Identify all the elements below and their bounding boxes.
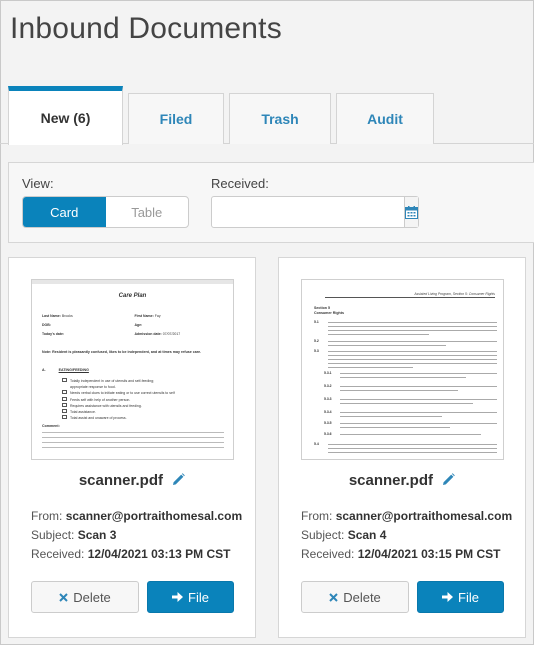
tab-trash[interactable]: Trash <box>229 93 331 144</box>
document-card: Care Plan Last Name: Brooks First Name: F… <box>8 257 256 638</box>
subject-label: Subject: <box>31 528 75 542</box>
filter-panel: View: Card Table Received: <box>8 162 534 243</box>
thumb-para-number: 5.3.2 <box>324 384 332 388</box>
thumb-section-title: EATING/FEEDING <box>58 368 89 372</box>
from-line: From: scanner@portraithomesal.com <box>31 509 242 523</box>
tab-bar: New (6) Filed Trash Audit <box>0 86 534 145</box>
pencil-icon[interactable] <box>442 473 455 486</box>
received-label: Received: <box>31 547 85 561</box>
view-label: View: <box>22 176 54 191</box>
calendar-icon <box>405 205 418 219</box>
page-title: Inbound Documents <box>10 12 282 45</box>
thumb-item: Feeds self with help of another person. <box>70 397 131 402</box>
thumb-title: Care Plan <box>118 293 147 299</box>
document-thumbnail[interactable]: Care Plan Last Name: Brooks First Name: F… <box>31 279 234 460</box>
thumb-para-number: 5.4 <box>314 442 319 446</box>
from-label: From: <box>31 509 63 523</box>
thumb-item: Total assistance. <box>70 410 96 415</box>
received-value: 12/04/2021 03:15 PM CST <box>357 547 501 561</box>
from-value: scanner@portraithomesal.com <box>65 509 243 523</box>
thumb-para-number: 5.2 <box>314 339 319 343</box>
thumb-para-number: 5.3.4 <box>324 410 332 414</box>
from-label: From: <box>301 509 333 523</box>
tab-audit[interactable]: Audit <box>336 93 434 144</box>
thumb-field-label: DOB: <box>42 323 51 327</box>
delete-button[interactable]: Delete <box>301 581 409 613</box>
thumb-field-value: Fay <box>154 314 161 318</box>
calendar-button[interactable] <box>404 197 418 227</box>
thumb-field-label: Today's date: <box>42 332 65 336</box>
file-name: scanner.pdf <box>78 472 164 489</box>
thumb-field-value: 07/07/2017 <box>162 332 181 336</box>
received-label: Received: <box>301 547 355 561</box>
thumb-note: Note: Resident is pleasantly confused, l… <box>42 350 202 354</box>
thumb-item: Total assist and unaware of process. <box>70 416 127 421</box>
thumb-field-label: Last Name: <box>42 314 61 318</box>
thumb-item: Requires assistance with utensils and fe… <box>70 403 142 408</box>
subject-line: Subject: Scan 3 <box>31 528 116 542</box>
tab-filed[interactable]: Filed <box>128 93 224 144</box>
thumb-para-number: 5.3 <box>314 349 319 353</box>
close-icon <box>59 592 68 602</box>
delete-button[interactable]: Delete <box>31 581 139 613</box>
file-name-row: scanner.pdf <box>279 472 525 489</box>
thumb-field-value: Brooks <box>61 314 73 318</box>
close-icon <box>329 592 338 602</box>
thumb-comment-lines <box>42 432 224 452</box>
subject-value: Scan 3 <box>77 528 117 542</box>
arrow-right-icon <box>442 592 454 602</box>
received-line: Received: 12/04/2021 03:15 PM CST <box>301 547 500 561</box>
received-date-field <box>211 196 419 228</box>
view-table-option[interactable]: Table <box>106 197 189 227</box>
received-line: Received: 12/04/2021 03:13 PM CST <box>31 547 230 561</box>
thumb-item: Needs verbal clues to initiate eating or… <box>70 391 175 396</box>
file-button[interactable]: File <box>147 581 234 613</box>
delete-label: Delete <box>73 589 111 605</box>
file-label: File <box>458 589 479 605</box>
file-label: File <box>188 589 209 605</box>
view-card-option[interactable]: Card <box>23 197 106 227</box>
thumb-para-number: 5.3.6 <box>324 432 332 436</box>
arrow-right-icon <box>172 592 184 602</box>
thumb-para-number: 5.3.1 <box>324 371 332 375</box>
thumb-para-number: 5.1 <box>314 320 319 324</box>
view-toggle: Card Table <box>22 196 189 228</box>
thumb-field-label: Age: <box>134 323 143 327</box>
document-card: Assisted Living Program, Section 5: Cons… <box>278 257 526 638</box>
received-date-input[interactable] <box>212 197 404 227</box>
thumb-item: Totally independent in use of utensils a… <box>70 379 155 383</box>
received-label: Received: <box>211 176 269 191</box>
file-name: scanner.pdf <box>348 472 434 489</box>
delete-label: Delete <box>343 589 381 605</box>
file-button[interactable]: File <box>417 581 504 613</box>
pencil-icon[interactable] <box>172 473 185 486</box>
subject-value: Scan 4 <box>347 528 387 542</box>
from-value: scanner@portraithomesal.com <box>335 509 513 523</box>
file-name-row: scanner.pdf <box>9 472 255 489</box>
thumb-comment: Comment: <box>42 424 60 428</box>
subject-line: Subject: Scan 4 <box>301 528 386 542</box>
tab-new[interactable]: New (6) <box>8 86 123 145</box>
thumb-para-number: 5.3.5 <box>324 421 332 425</box>
thumb-field-label: Admission date: <box>134 332 162 336</box>
thumb-section-title: Consumer Rights <box>314 311 344 315</box>
document-thumbnail[interactable]: Assisted Living Program, Section 5: Cons… <box>301 279 504 460</box>
from-line: From: scanner@portraithomesal.com <box>301 509 512 523</box>
subject-label: Subject: <box>301 528 345 542</box>
thumb-para-number: 5.3.3 <box>324 397 332 401</box>
thumb-section: A. <box>42 368 46 372</box>
thumb-field-label: First Name: <box>134 314 154 318</box>
received-value: 12/04/2021 03:13 PM CST <box>87 547 231 561</box>
thumb-header: Assisted Living Program, Section 5: Cons… <box>325 292 495 298</box>
